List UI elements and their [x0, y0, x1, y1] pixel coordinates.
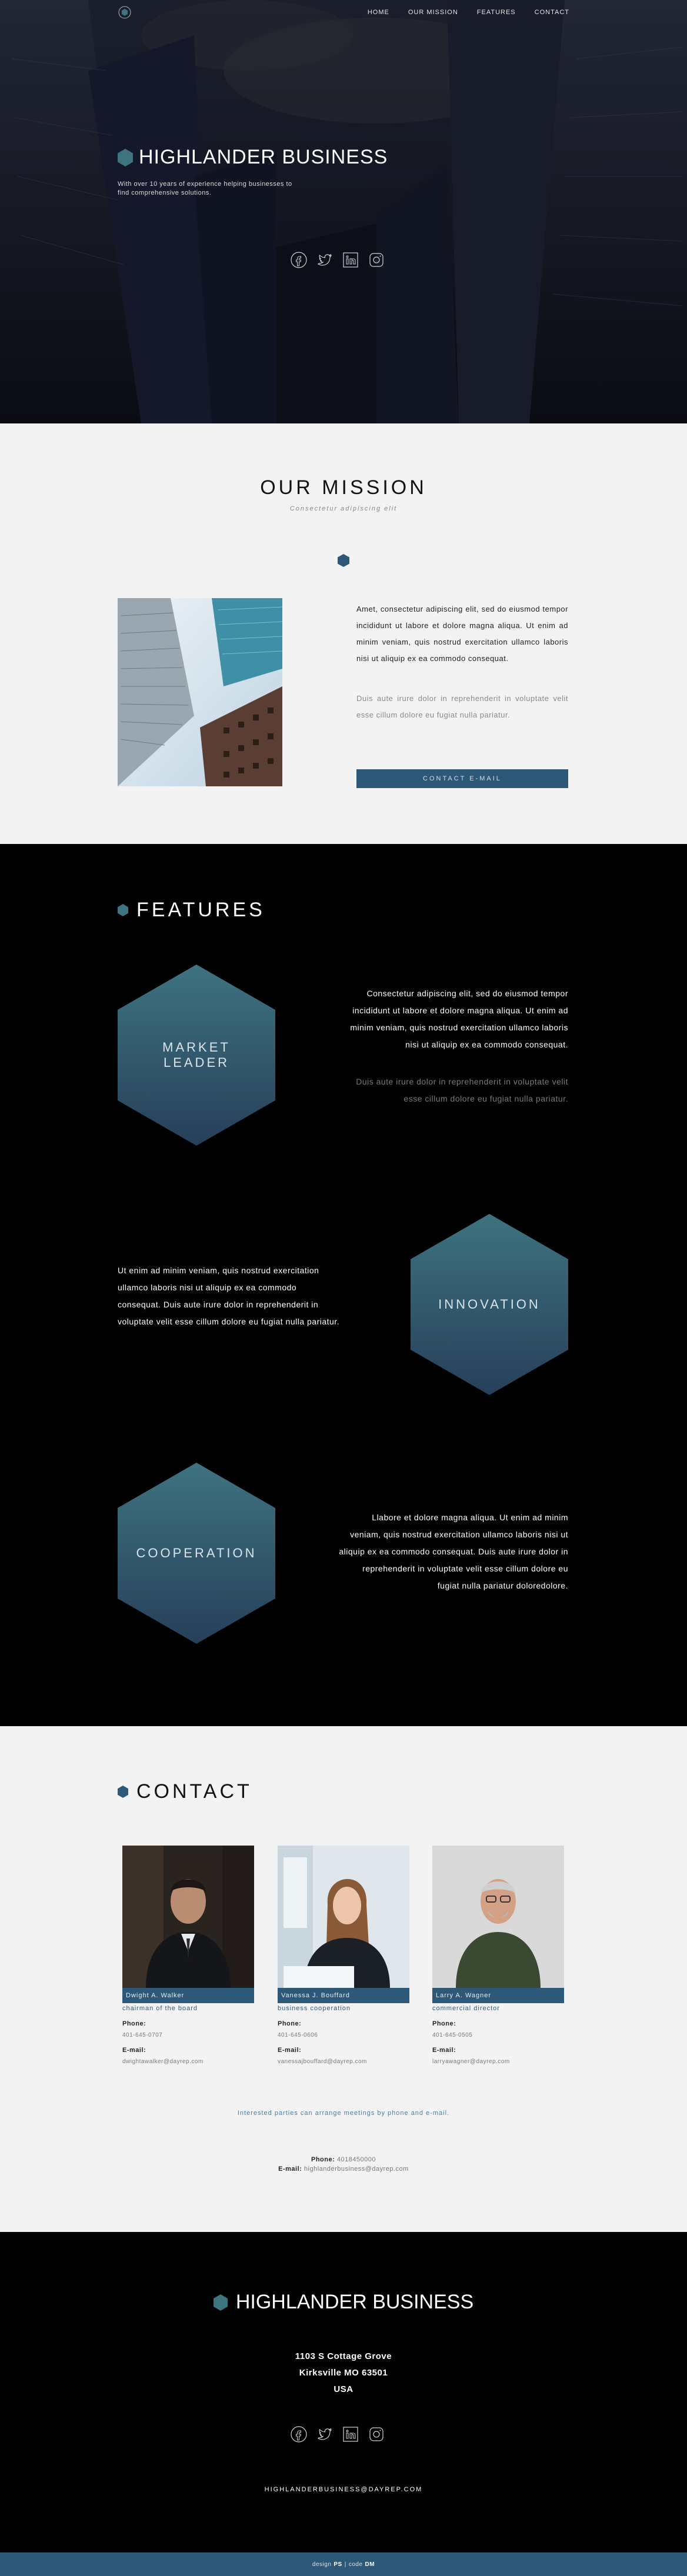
- twitter-icon[interactable]: [316, 252, 333, 268]
- phone-label: Phone:: [311, 2156, 335, 2163]
- person-name: Dwight A. Walker: [122, 1988, 254, 2003]
- top-navbar: HOME OUR MISSION FEATURES CONTACT: [0, 0, 687, 26]
- credits-separator: |: [344, 2561, 346, 2568]
- credits-design: PS: [334, 2561, 342, 2568]
- main-email[interactable]: highlanderbusiness@dayrep.com: [304, 2165, 409, 2173]
- contact-card: Dwight A. Walker chairman of the board P…: [122, 1846, 254, 2065]
- phone-label: Phone:: [122, 2020, 146, 2027]
- cooperation-label: COOPERATION: [136, 1546, 257, 1560]
- features-title: FEATURES: [136, 899, 265, 921]
- nav-item-contact[interactable]: CONTACT: [535, 9, 569, 16]
- person-phone[interactable]: 401-645-0707: [122, 2032, 254, 2038]
- hexagon-icon: [118, 904, 128, 916]
- person-photo: [278, 1846, 409, 1988]
- footer-title-group: HIGHLANDER BUSINESS: [0, 2291, 687, 2314]
- market-leader-text: Consectetur adipiscing elit, sed do eius…: [350, 989, 568, 1103]
- logo-hex-icon[interactable]: [118, 6, 131, 19]
- person-role: chairman of the board: [122, 2005, 198, 2012]
- innovation-text: Ut enim ad minim veniam, quis nostrud ex…: [118, 1266, 340, 1326]
- hero-subtitle: With over 10 years of experience helping…: [118, 181, 292, 196]
- footer-section: HIGHLANDER BUSINESS 1103 S Cottage Grove…: [0, 2232, 687, 2576]
- hero-title-group: HIGHLANDER BUSINESS: [118, 146, 388, 169]
- person-email[interactable]: vanessajbouffard@dayrep.com: [278, 2058, 409, 2065]
- nav-item-home[interactable]: HOME: [368, 9, 389, 16]
- person-name: Larry A. Wagner: [432, 1988, 564, 2003]
- contact-email-button[interactable]: CONTACT E-MAIL: [356, 769, 568, 788]
- person-photo: [122, 1846, 254, 1988]
- contact-card: Larry A. Wagner commercial director Phon…: [432, 1846, 564, 2065]
- credits-code-label: code: [348, 2561, 363, 2568]
- email-label: E-mail:: [278, 2047, 302, 2054]
- mission-heading-group: OUR MISSION Consectetur adipiscing elit: [0, 476, 687, 512]
- hero-title: HIGHLANDER BUSINESS: [139, 146, 388, 168]
- credits-bar: design PS | code DM: [0, 2552, 687, 2576]
- contact-card: Vanessa J. Bouffard business cooperation…: [278, 1846, 409, 2065]
- linkedin-icon[interactable]: [342, 252, 359, 268]
- hexagon-icon: [118, 1786, 128, 1798]
- mission-paragraph-1: Amet, consectetur adipiscing elit, sed d…: [356, 605, 568, 663]
- instagram-icon[interactable]: [368, 252, 385, 268]
- footer-title: HIGHLANDER BUSINESS: [235, 2291, 474, 2313]
- footer-address: 1103 S Cottage Grove Kirksville MO 63501…: [295, 2351, 392, 2394]
- cooperation-text: Llabore et dolore magna aliqua. Ut enim …: [339, 1513, 568, 1590]
- phone-label: Phone:: [432, 2020, 456, 2027]
- hero-social-links: [291, 252, 385, 268]
- footer-email[interactable]: HIGHLANDERBUSINESS@DAYREP.COM: [0, 2486, 687, 2493]
- contact-note: Interested parties can arrange meetings …: [237, 2110, 450, 2117]
- main-phone[interactable]: 4018450000: [337, 2156, 376, 2163]
- hero-section: HOME OUR MISSION FEATURES CONTACT HIGHLA…: [0, 0, 687, 423]
- person-email[interactable]: larryawagner@dayrep.com: [432, 2058, 564, 2065]
- skyscraper-photo: [118, 598, 282, 786]
- innovation-label: INNOVATION: [438, 1297, 541, 1312]
- nav-item-our-mission[interactable]: OUR MISSION: [408, 9, 458, 16]
- hexagon-icon: [338, 554, 349, 567]
- credits-design-label: design: [312, 2561, 332, 2568]
- hero-background-image: [0, 0, 687, 423]
- credits-code: DM: [365, 2561, 375, 2568]
- person-photo: [432, 1846, 564, 1988]
- mission-paragraph-2: Duis aute irure dolor in reprehenderit i…: [356, 694, 568, 719]
- contact-title: CONTACT: [136, 1780, 252, 1803]
- hexagon-icon: [118, 148, 133, 166]
- linkedin-icon[interactable]: [342, 2426, 359, 2442]
- person-role: business cooperation: [278, 2005, 351, 2012]
- instagram-icon[interactable]: [368, 2426, 385, 2442]
- facebook-icon[interactable]: [291, 2426, 307, 2442]
- person-role: commercial director: [432, 2005, 500, 2012]
- email-label: E-mail:: [278, 2165, 302, 2173]
- hexagon-icon: [213, 2294, 228, 2311]
- person-phone[interactable]: 401-645-0505: [432, 2032, 564, 2038]
- nav-item-features[interactable]: FEATURES: [477, 9, 516, 16]
- person-name: Vanessa J. Bouffard: [278, 1988, 409, 2003]
- market-leader-label: MARKET LEADER: [162, 1040, 231, 1070]
- mission-title: OUR MISSION: [260, 476, 427, 499]
- person-phone[interactable]: 401-645-0606: [278, 2032, 409, 2038]
- contact-heading-group: CONTACT: [118, 1780, 252, 1803]
- mission-section: OUR MISSION Consectetur adipiscing elit: [0, 423, 687, 844]
- email-label: E-mail:: [122, 2047, 146, 2054]
- features-heading-group: FEATURES: [118, 899, 265, 922]
- mission-subtitle: Consectetur adipiscing elit: [289, 505, 398, 512]
- mission-text: Amet, consectetur adipiscing elit, sed d…: [356, 601, 568, 723]
- phone-label: Phone:: [278, 2020, 302, 2027]
- facebook-icon[interactable]: [291, 252, 307, 268]
- contact-section: CONTACT Dwight A. Walker chairman of the…: [0, 1726, 687, 2232]
- main-contact-info: Phone: 4018450000 E-mail: highlanderbusi…: [0, 2155, 687, 2174]
- features-section: FEATURES MARKET LEADER Consectetur adipi…: [0, 844, 687, 1726]
- email-label: E-mail:: [432, 2047, 456, 2054]
- twitter-icon[interactable]: [316, 2426, 333, 2442]
- person-email[interactable]: dwightawalker@dayrep.com: [122, 2058, 254, 2065]
- footer-social-links: [291, 2426, 385, 2442]
